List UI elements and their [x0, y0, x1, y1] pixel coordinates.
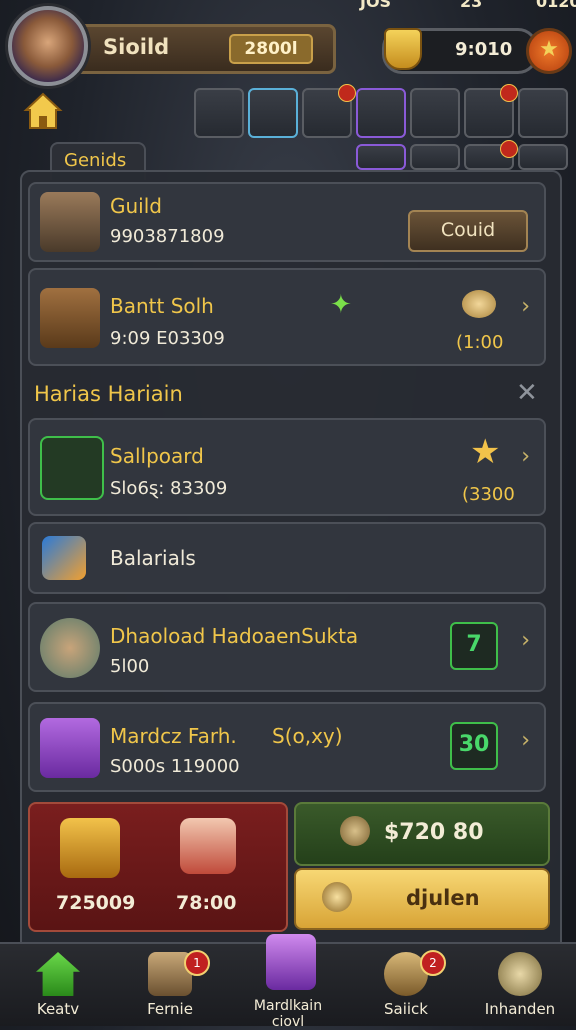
nav-label: Fernie: [147, 1000, 193, 1018]
nav-badge: 2: [420, 950, 446, 976]
avatar[interactable]: [8, 6, 88, 86]
count-box: 7: [450, 622, 498, 670]
list-item[interactable]: Dhaoload HadoaenSukta 5l00 7 ›: [28, 602, 546, 692]
item-price: (1:00: [456, 332, 504, 353]
player-name: Sioild: [103, 35, 170, 59]
add-currency-button[interactable]: ★: [526, 28, 572, 74]
nav-fernie[interactable]: 1 Fernie: [120, 944, 220, 1026]
nav-inhanden[interactable]: Inhanden: [470, 944, 570, 1026]
item-price: (3300: [462, 484, 515, 505]
upgrade-icon: [498, 952, 542, 996]
nav-saiick[interactable]: 2 Saiick: [356, 944, 456, 1026]
chevron-right-icon[interactable]: ›: [521, 294, 530, 319]
guild-title: Guild: [110, 194, 162, 218]
guild-sub: 9903871809: [110, 226, 225, 247]
nav-home[interactable]: Keatv: [8, 944, 108, 1026]
item-slot-crystal-icon[interactable]: [356, 88, 406, 138]
item-title: Balarials: [110, 546, 196, 570]
item-badge: [338, 84, 356, 102]
item-sub: S000s 119000: [110, 756, 240, 777]
list-item[interactable]: Bantt Solh 9:09 E03309 ✦ (1:00 ›: [28, 268, 546, 366]
cash-value: $720 80: [384, 820, 484, 845]
status-bar: JOS 23 0120: [330, 0, 576, 14]
item-slot-gem-icon[interactable]: [356, 144, 406, 170]
reward-panel[interactable]: 725009 78:00: [28, 802, 288, 932]
nav-label: Saiick: [384, 1000, 428, 1018]
item-slot-hammer-icon[interactable]: [194, 88, 244, 138]
item-slot-crossbow-icon[interactable]: [464, 84, 518, 138]
nav-label: Inhanden: [484, 1000, 556, 1018]
nav-label: Keatv: [36, 1000, 80, 1018]
item-badge: [500, 140, 518, 158]
item-slot-blade-icon[interactable]: [410, 144, 460, 170]
count-box: 30: [450, 722, 498, 770]
action-label: djulen: [406, 886, 480, 910]
nav-label: Mardlkain ciovl: [253, 998, 323, 1030]
action-button[interactable]: djulen: [294, 868, 550, 930]
item-slot-chest-icon[interactable]: [518, 144, 568, 170]
item-slot-helmet-icon[interactable]: [410, 88, 460, 138]
coin-icon: [340, 816, 370, 846]
guild-row[interactable]: Guild 9903871809 Couid: [28, 182, 546, 262]
home-icon[interactable]: [22, 90, 64, 132]
player-name-bar[interactable]: Sioild 2800l: [74, 24, 336, 74]
currency-value: 9:010: [455, 39, 513, 60]
rune-icon: [180, 818, 236, 874]
item-sub: 9:09 E03309: [110, 328, 225, 349]
list-item[interactable]: Mardcz Farh. S(o,xy) S000s 119000 30 ›: [28, 702, 546, 792]
chest-icon: [266, 934, 316, 990]
chevron-right-icon[interactable]: ›: [521, 444, 530, 469]
item-badge: [500, 84, 518, 102]
item-title: Dhaoload HadoaenSukta: [110, 624, 359, 648]
chevron-right-icon[interactable]: ›: [521, 728, 530, 753]
item-sub: Slo6ȿ: 83309: [110, 478, 228, 499]
guild-hammer-icon: [40, 192, 100, 252]
home-icon: [36, 952, 80, 996]
player-value: 2800l: [229, 34, 313, 64]
close-icon[interactable]: ✕: [516, 378, 538, 408]
star-icon: ★: [470, 432, 501, 472]
nav-badge: 1: [184, 950, 210, 976]
tab-label: Genids: [64, 150, 127, 171]
chevron-right-icon[interactable]: ›: [521, 628, 530, 653]
item-title-extra: S(o,xy): [272, 724, 343, 748]
material-icon: [42, 536, 86, 580]
cash-bar[interactable]: $720 80: [294, 802, 550, 866]
item-title: Bantt Solh: [110, 294, 214, 318]
item-sub: 5l00: [110, 656, 150, 677]
item-slot-bow-icon[interactable]: [302, 84, 356, 138]
status-mid: 23: [460, 0, 483, 11]
list-item[interactable]: Sallpoard Slo6ȿ: 83309 ★ (3300 ›: [28, 418, 546, 516]
section-title: Harias Hariain: [34, 382, 183, 406]
spear-icon: [40, 436, 104, 500]
reward-right-value: 78:00: [176, 892, 237, 914]
item-title: Sallpoard: [110, 444, 204, 468]
item-title: Mardcz Farh.: [110, 724, 237, 748]
guild-button[interactable]: Couid: [408, 210, 528, 252]
status-left: JOS: [360, 0, 392, 11]
reward-left-value: 725009: [56, 892, 136, 914]
character-icon: [40, 618, 100, 678]
bow-icon: [40, 288, 100, 348]
item-slot-cannon-icon[interactable]: [518, 88, 568, 138]
chest-icon: [40, 718, 100, 778]
crown-icon: [60, 818, 120, 878]
item-slot-gear-icon[interactable]: [464, 140, 518, 170]
item-slot-scroll-icon[interactable]: [248, 88, 298, 138]
coin-icon: [462, 290, 496, 318]
star-icon: ✦: [330, 290, 352, 320]
nav-mardlkain[interactable]: Mardlkain ciovl: [238, 934, 338, 1030]
list-item[interactable]: Balarials: [28, 522, 546, 594]
status-right: 0120: [536, 0, 576, 11]
bottom-nav: Keatv 1 Fernie Mardlkain ciovl 2 Saiick …: [0, 934, 576, 1030]
shield-icon: [384, 28, 422, 70]
coin-icon: [322, 882, 352, 912]
